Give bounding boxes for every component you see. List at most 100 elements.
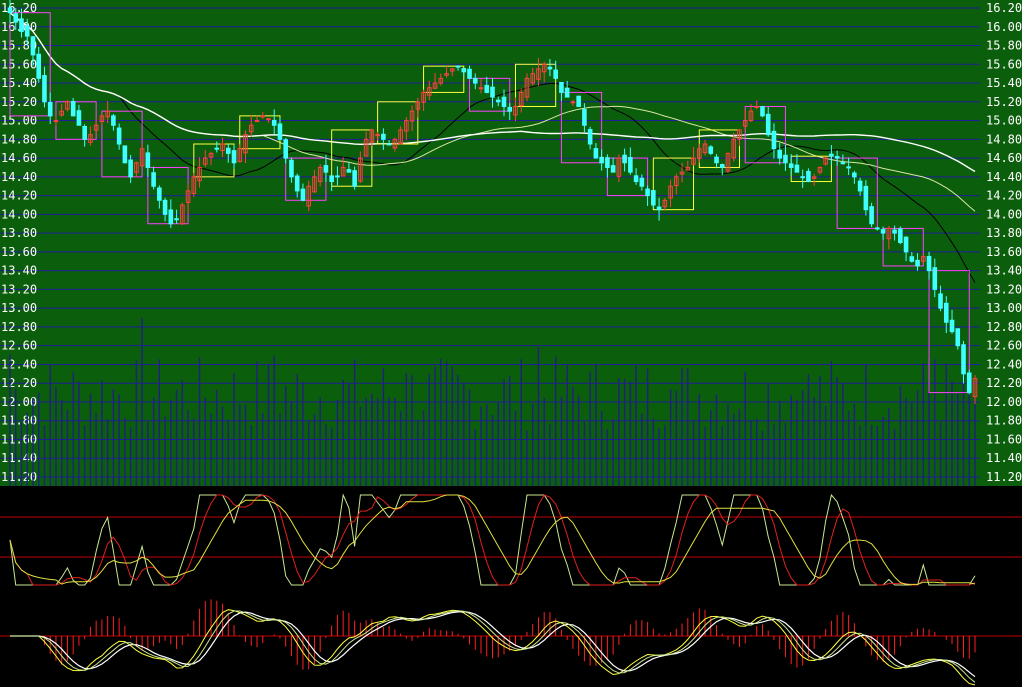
price-tick-label-left: 11.20 (1, 470, 37, 484)
candle-body (478, 87, 484, 90)
candle-body (564, 87, 570, 98)
price-tick-label-left: 13.40 (1, 264, 37, 278)
price-tick-label-right: 13.80 (986, 226, 1022, 240)
price-tick-label-right: 11.20 (986, 470, 1022, 484)
candle-body (111, 115, 116, 126)
candle-body (639, 177, 645, 187)
price-tick-label-right: 12.20 (986, 376, 1022, 390)
price-tick-label-left: 14.60 (1, 151, 37, 165)
candle-body (587, 129, 593, 145)
price-tick-label-left: 11.40 (1, 451, 37, 465)
candle-body (628, 157, 633, 173)
candle-body (783, 154, 788, 164)
candle-body (116, 127, 122, 145)
candle-body (467, 68, 472, 79)
candle-body (829, 153, 834, 157)
candle-body (576, 95, 581, 107)
candle-body (145, 152, 151, 168)
candle-body (76, 110, 82, 126)
candle-body (455, 65, 461, 68)
candle-body (938, 293, 943, 309)
price-tick-label-left: 12.40 (1, 357, 37, 371)
price-tick-label-right: 12.60 (986, 339, 1022, 353)
price-tick-label-right: 12.00 (986, 395, 1022, 409)
candle-body (381, 133, 386, 140)
candle-body (880, 229, 886, 234)
candle-body (559, 81, 564, 93)
candle-body (375, 134, 380, 137)
candle-body (30, 36, 36, 56)
candle-body (570, 101, 576, 104)
candle-body (949, 319, 955, 333)
candle-body (656, 206, 662, 211)
candle-body (857, 180, 863, 192)
candle-body (719, 164, 725, 168)
candle-body (754, 105, 760, 108)
candle-body (507, 106, 513, 112)
candle-body (254, 120, 260, 123)
candle-body (225, 147, 231, 154)
candle-body (765, 113, 771, 136)
price-tick-label-left: 14.40 (1, 170, 37, 184)
price-tick-label-left: 12.60 (1, 339, 37, 353)
price-tick-label-right: 15.40 (986, 76, 1022, 90)
price-tick-label-right: 11.80 (986, 414, 1022, 428)
candle-body (834, 156, 840, 159)
price-tick-label-left: 15.20 (1, 95, 37, 109)
price-tick-label-left: 12.20 (1, 376, 37, 390)
price-tick-label-left: 15.60 (1, 57, 37, 71)
candle-body (495, 99, 501, 103)
candle-body (128, 159, 133, 178)
candle-body (932, 267, 938, 290)
price-tick-label-right: 14.00 (986, 207, 1022, 221)
candle-body (846, 166, 851, 169)
candle-body (651, 190, 656, 206)
candle-body (903, 236, 909, 253)
candle-body (13, 13, 19, 23)
candle-body (794, 164, 800, 173)
candle-body (645, 188, 650, 197)
candle-body (300, 188, 306, 201)
candle-body (346, 169, 352, 173)
price-tick-label-right: 13.00 (986, 301, 1022, 315)
price-tick-label-right: 11.60 (986, 432, 1022, 446)
candle-body (622, 154, 627, 164)
candle-body (461, 68, 467, 73)
price-tick-label-left: 12.00 (1, 395, 37, 409)
price-tick-label-right: 14.60 (986, 151, 1022, 165)
candle-body (966, 372, 972, 394)
price-tick-label-right: 12.80 (986, 320, 1022, 334)
candle-body (599, 156, 604, 164)
price-tick-label-right: 15.80 (986, 39, 1022, 53)
candle-body (943, 302, 949, 323)
price-tick-label-left: 15.40 (1, 76, 37, 90)
price-tick-label-left: 13.00 (1, 301, 37, 315)
candle-body (806, 170, 811, 183)
candle-body (151, 172, 156, 187)
candle-body (875, 227, 880, 230)
candle-body (7, 7, 13, 14)
candle-body (323, 165, 329, 173)
candle-body (283, 139, 289, 159)
candle-body (266, 118, 271, 121)
candle-body (547, 66, 553, 70)
price-tick-label-right: 12.40 (986, 357, 1022, 371)
price-tick-label-left: 14.80 (1, 132, 37, 146)
candle-body (892, 229, 897, 234)
candle-body (162, 199, 168, 215)
candle-body (82, 125, 87, 140)
price-tick-label-right: 15.00 (986, 114, 1022, 128)
candle-body (335, 175, 340, 178)
price-tick-label-right: 16.20 (986, 1, 1022, 15)
price-tick-label-left: 13.20 (1, 282, 37, 296)
candle-body (777, 149, 783, 159)
candle-body (36, 53, 42, 79)
candle-body (593, 148, 599, 159)
candle-body (582, 109, 587, 126)
candle-body (852, 172, 857, 178)
candle-body (472, 77, 478, 84)
price-tick-label-right: 13.20 (986, 282, 1022, 296)
candle-body (174, 218, 179, 221)
candle-body (800, 176, 805, 179)
candle-body (961, 344, 966, 375)
